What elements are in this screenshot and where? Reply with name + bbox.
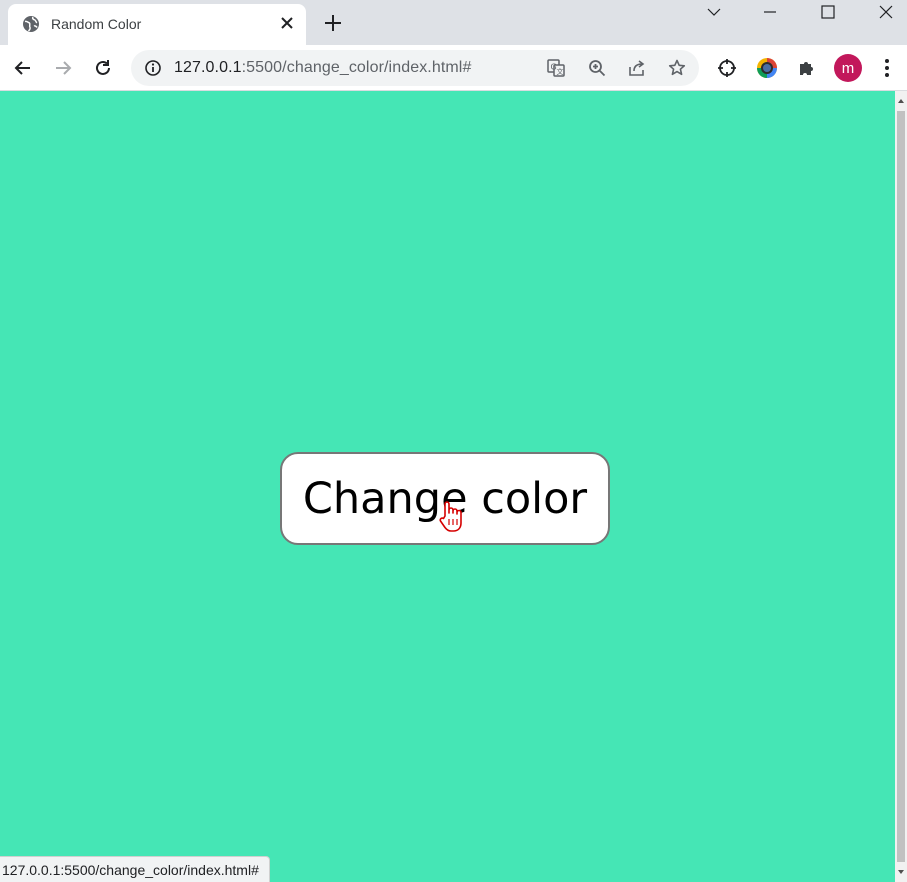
puzzle-icon (800, 62, 813, 75)
globe-icon (23, 16, 39, 32)
color-wheel-icon (757, 58, 777, 78)
arrow-left-icon (14, 61, 30, 75)
reload-button[interactable] (89, 54, 117, 82)
tab-title: Random Color (51, 16, 142, 32)
extensions-button[interactable] (793, 54, 821, 82)
tab-search-button[interactable] (686, 0, 742, 24)
profile-avatar[interactable]: m (834, 54, 862, 82)
scroll-down-arrow-icon[interactable] (897, 868, 905, 876)
info-icon[interactable] (144, 59, 162, 77)
star-icon[interactable] (667, 58, 687, 78)
maximize-button[interactable] (800, 0, 856, 24)
browser-toolbar: 127.0.0.1:5500/change_color/index.html# … (0, 45, 907, 91)
close-window-button[interactable] (858, 0, 907, 24)
crosshair-icon (718, 59, 736, 77)
tab-strip: Random Color (0, 0, 907, 45)
chevron-down-icon (707, 8, 721, 16)
address-bar[interactable]: 127.0.0.1:5500/change_color/index.html# … (131, 50, 699, 86)
link-status-bubble: 127.0.0.1:5500/change_color/index.html# (0, 856, 270, 882)
url-path: :5500/change_color/index.html# (241, 59, 472, 76)
scroll-up-arrow-icon[interactable] (897, 97, 905, 105)
plus-icon[interactable] (322, 12, 344, 34)
kebab-menu-icon (885, 59, 889, 77)
maximize-icon (821, 5, 835, 19)
color-extension-button[interactable] (753, 54, 781, 82)
close-icon[interactable] (278, 14, 296, 32)
change-color-button[interactable]: Change color (280, 452, 610, 545)
close-icon (879, 5, 893, 19)
svg-text:文: 文 (557, 67, 564, 76)
translate-icon[interactable]: G 文 (546, 58, 566, 78)
page-scrollbar[interactable] (895, 91, 907, 882)
page-viewport: Change color (0, 91, 895, 882)
reload-icon (96, 60, 110, 75)
share-icon[interactable] (627, 58, 647, 78)
forward-button[interactable] (49, 54, 77, 82)
browser-menu-button[interactable] (873, 54, 901, 82)
minimize-button[interactable] (742, 0, 798, 24)
zoom-in-icon[interactable] (587, 58, 607, 78)
url-text: 127.0.0.1:5500/change_color/index.html# (174, 59, 471, 77)
crosshair-extension-button[interactable] (713, 54, 741, 82)
back-button[interactable] (9, 54, 37, 82)
browser-tab[interactable]: Random Color (8, 4, 306, 45)
url-host: 127.0.0.1 (174, 59, 242, 76)
scrollbar-thumb[interactable] (897, 111, 905, 862)
arrow-right-icon (56, 61, 72, 75)
minimize-icon (764, 11, 776, 13)
